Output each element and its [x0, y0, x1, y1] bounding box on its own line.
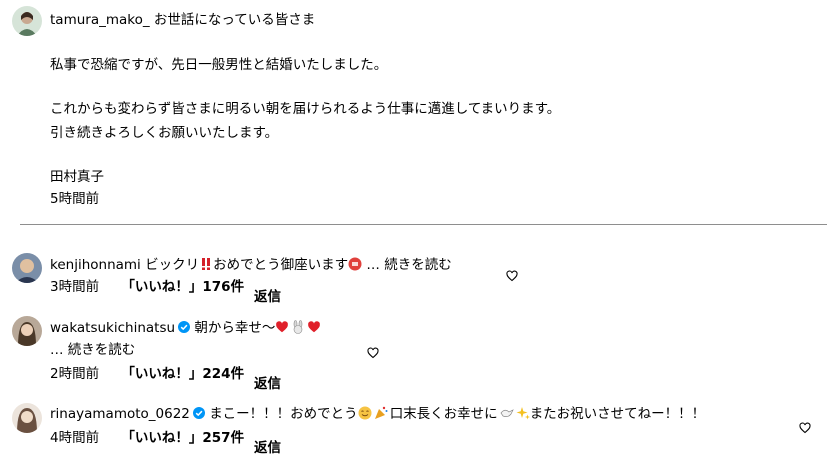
post-caption-line2: 私事で恐縮ですが、先日一般男性と結婚いたしました。 [50, 57, 388, 73]
likes-count[interactable]: 「いいね！」176件 [121, 279, 244, 295]
comment-username[interactable]: wakatsukichinatsu [50, 320, 175, 336]
heart-outline-icon[interactable] [799, 419, 811, 434]
heart-outline-icon[interactable] [367, 344, 379, 359]
verified-badge-icon [192, 406, 205, 419]
likes-count[interactable]: 「いいね！」224件 [121, 366, 244, 382]
rabbit-emoji-icon [291, 320, 305, 334]
comment-timestamp[interactable]: 4時間前 [50, 430, 99, 446]
avatar-wakatsukichinatsu[interactable] [12, 316, 42, 346]
post-username[interactable]: tamura_mako_ [50, 12, 150, 28]
party-popper-icon [374, 406, 388, 420]
smiling-face-icon [358, 406, 372, 420]
divider [20, 224, 827, 225]
comment-row: kenjihonnami ビックリ おめでとう御座います … 続きを読む [50, 256, 452, 274]
comment-text: 朝から幸せ〜 [194, 320, 276, 336]
read-more-link[interactable]: … 続きを読む [366, 257, 451, 273]
post-timestamp[interactable]: 5時間前 [50, 190, 99, 208]
comment-timestamp[interactable]: 2時間前 [50, 366, 99, 382]
avatar-tamura-mako[interactable] [12, 6, 42, 36]
comment-text-2: おめでとう御座います [213, 257, 349, 273]
double-exclamation-icon [199, 257, 213, 271]
reply-button[interactable]: 返信 [254, 439, 281, 457]
dove-icon [500, 406, 514, 420]
likes-count[interactable]: 「いいね！」257件 [121, 430, 244, 446]
read-more-link[interactable]: … 続きを読む [50, 341, 135, 359]
post-caption-signature: 田村真子 [50, 169, 104, 185]
avatar-kenjihonnami[interactable] [12, 253, 42, 283]
post-caption-line3: これからも変わらず皆さまに明るい朝を届けられるよう仕事に邁進してまいります。 [50, 101, 561, 117]
comment-username[interactable]: rinayamamoto_0622 [50, 406, 190, 422]
heart-emoji-icon [275, 320, 289, 334]
comment-timestamp[interactable]: 3時間前 [50, 279, 99, 295]
avatar-rinayamamoto[interactable] [12, 403, 42, 433]
heart-outline-icon[interactable] [506, 267, 518, 282]
heart-emoji-icon [307, 320, 321, 334]
comment-text: まこー！！！おめでとう [209, 406, 358, 422]
comment-text-2: 口末長くお幸せに [389, 406, 498, 422]
celebration-badge-icon [348, 257, 362, 271]
post-caption-line4: 引き続きよろしくお願いいたします。 [50, 125, 279, 141]
post-caption-line1: お世話になっている皆さま [153, 12, 316, 28]
reply-button[interactable]: 返信 [254, 288, 281, 306]
verified-badge-icon [178, 320, 191, 333]
sparkles-icon [516, 406, 530, 420]
comment-username[interactable]: kenjihonnami [50, 257, 141, 273]
reply-button[interactable]: 返信 [254, 375, 281, 393]
comment-text: ビックリ [145, 257, 200, 273]
comment-text-3: またお祝いさせてねー！！！ [529, 406, 706, 422]
